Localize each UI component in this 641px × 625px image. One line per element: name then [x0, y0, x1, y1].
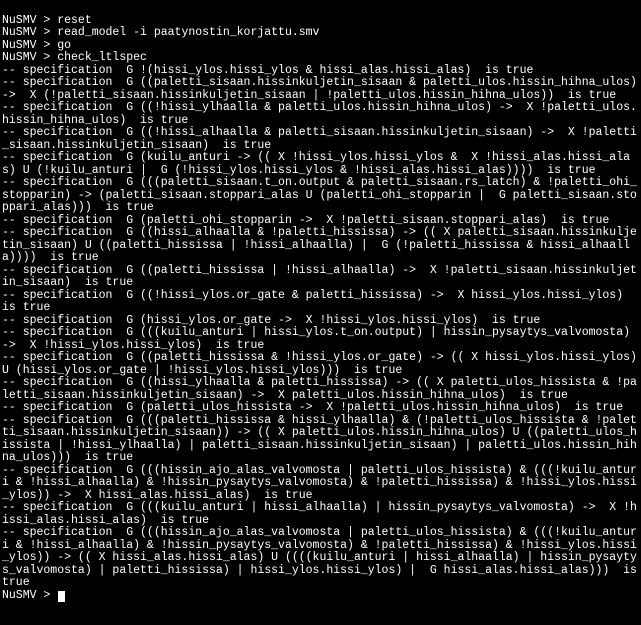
spec-line: -- specification G ((!hissi_ylhaalla & p… [2, 101, 637, 127]
spec-line: -- specification G (((hissin_ajo_alas_va… [2, 464, 637, 502]
prompt: NuSMV > [2, 26, 57, 39]
spec-line: -- specification G (paletti_ulos_hissist… [2, 401, 623, 414]
prompt: NuSMV > [2, 14, 57, 27]
cmd-read-model: read_model -i paatynostin_korjattu.smv [57, 26, 319, 39]
spec-line: -- specification G ((paletti_hississa & … [2, 351, 641, 377]
spec-line: -- specification G ((paletti_sisaan.hiss… [2, 76, 641, 102]
spec-line: -- specification G (((paletti_hississa &… [2, 414, 637, 465]
spec-line: -- specification G !(hissi_ylos.hissi_yl… [2, 64, 533, 77]
spec-line: -- specification G ((!hissi_alhaalla & p… [2, 126, 637, 152]
spec-line: -- specification G ((hissi_alhaalla & !p… [2, 226, 637, 264]
spec-line: -- specification G (paletti_ohi_stoppari… [2, 214, 609, 227]
spec-line: -- specification G (((paletti_sisaan.t_o… [2, 176, 637, 214]
cursor[interactable] [58, 591, 65, 602]
spec-line: -- specification G (kuilu_anturi -> (( X… [2, 151, 630, 177]
cmd-reset: reset [57, 14, 92, 27]
spec-line: -- specification G (hissi_ylos.or_gate -… [2, 314, 540, 327]
spec-line: -- specification G ((paletti_hississa | … [2, 264, 637, 290]
spec-line: -- specification G (((kuilu_anturi | his… [2, 501, 637, 527]
spec-line: -- specification G (((hissin_ajo_alas_va… [2, 526, 641, 589]
spec-line: -- specification G (((kuilu_anturi | his… [2, 326, 637, 352]
cmd-go: go [57, 39, 71, 52]
prompt: NuSMV > [2, 51, 57, 64]
cmd-check-ltlspec: check_ltlspec [57, 51, 147, 64]
spec-line: -- specification G ((hissi_ylhaalla & pa… [2, 376, 637, 402]
prompt: NuSMV > [2, 39, 57, 52]
prompt[interactable]: NuSMV > [2, 589, 57, 602]
terminal-output: NuSMV > reset NuSMV > read_model -i paat… [0, 0, 641, 604]
spec-line: -- specification G ((!hissi_ylos.or_gate… [2, 289, 637, 315]
